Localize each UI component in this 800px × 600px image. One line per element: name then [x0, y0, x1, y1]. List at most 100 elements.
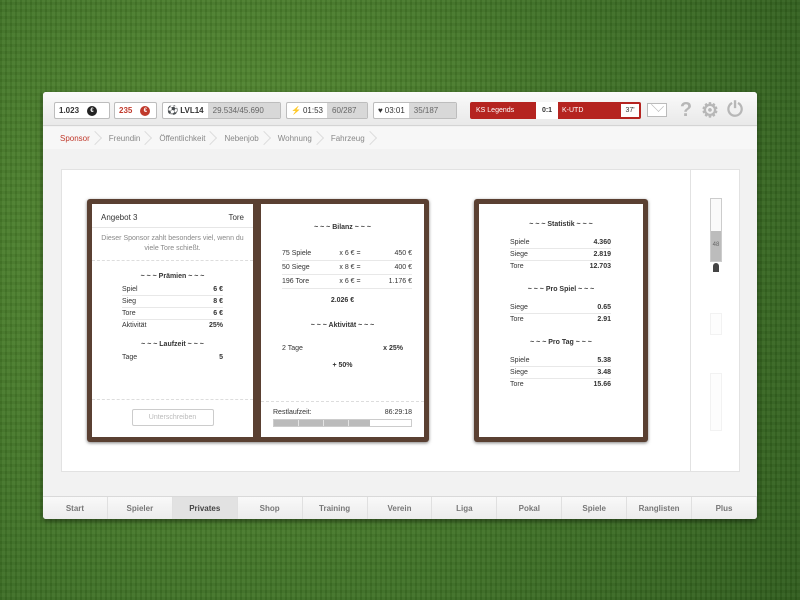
sponsor-contract: Angebot 3 Tore Dieser Sponsor zahlt beso…: [87, 199, 429, 442]
level-display[interactable]: ⚽ LVL14 29.534/45.690: [162, 102, 281, 119]
gear-icon[interactable]: ⚙: [699, 99, 721, 122]
remaining-progress-fill: [274, 420, 370, 426]
list-item: Aktivität 25%: [122, 322, 223, 329]
list-item: Siege 3.48: [510, 367, 611, 379]
list-item: Spiel 6 €: [122, 284, 223, 296]
activity-result: + 50%: [332, 362, 353, 369]
app-window: 1.023 € 235 € ⚽ LVL14 29.534/45.690 ⚡ 01…: [43, 92, 757, 519]
statistics-book: ~ ~ ~ Statistik ~ ~ ~ Spiele 4.360 Siege 2…: [474, 199, 648, 442]
health-display[interactable]: ♥ 03:01 35/187: [373, 102, 457, 119]
nav-spiele[interactable]: Spiele: [562, 497, 628, 519]
player-icon: [713, 263, 719, 272]
balance-sum: 2.026 €: [330, 297, 355, 304]
offer-footer: Unterschreiben: [92, 399, 253, 437]
lightning-icon: ⚡: [291, 106, 301, 115]
energy-value: 60/287: [327, 103, 367, 118]
list-item: Tore 2.91: [510, 316, 611, 323]
stats-heading: ~ ~ ~ Statistik ~ ~ ~: [529, 221, 593, 228]
health-time: 03:01: [384, 106, 405, 115]
help-icon[interactable]: ?: [675, 99, 697, 121]
locked-meter-icon: [710, 313, 722, 335]
power-icon[interactable]: ⏻: [724, 99, 746, 121]
tab-nebenjob[interactable]: Nebenjob: [219, 127, 272, 149]
heart-icon: ♥: [378, 106, 383, 115]
balance-list: 75 Spiele x 6 € = 450 € 50 Siege x 8 € = 400…: [261, 235, 424, 289]
per-game-list: Siege 0.65 Tore 2.91: [479, 297, 643, 325]
health-time-wrap: ♥ 03:01: [374, 103, 409, 118]
offer-title: Angebot 3: [101, 213, 138, 222]
nav-start[interactable]: Start: [43, 497, 108, 519]
activity-heading: ~ ~ ~ Aktivität ~ ~ ~: [310, 322, 375, 329]
stats-list: Spiele 4.360 Siege 2.819 Tore 12.703: [479, 232, 643, 272]
side-meter-panel: 48: [690, 169, 740, 472]
side-meter[interactable]: 48: [710, 198, 722, 262]
coins-display[interactable]: 1.023 €: [54, 102, 110, 119]
tab-sponsor[interactable]: Sponsor: [55, 127, 104, 149]
tab-wohnung[interactable]: Wohnung: [273, 127, 326, 149]
premium-value: 235: [119, 106, 133, 115]
remaining-value: 86:29:18: [384, 409, 412, 416]
list-item: Tore 12.703: [510, 263, 611, 270]
match-minute: 37': [621, 104, 639, 117]
nav-spieler[interactable]: Spieler: [108, 497, 173, 519]
side-meter-value: 48: [712, 242, 720, 248]
per-day-heading: ~ ~ ~ Pro Tag ~ ~ ~: [530, 339, 592, 346]
list-item: Tore 15.66: [510, 381, 611, 388]
balance-row: 196 Tore x 6 € = 1.176 €: [282, 275, 412, 289]
offer-type: Tore: [228, 213, 244, 222]
list-item: Siege 2.819: [510, 249, 611, 261]
level-value: LVL14: [180, 106, 204, 115]
nav-liga[interactable]: Liga: [432, 497, 498, 519]
football-icon: ⚽: [167, 105, 179, 115]
balance-heading: ~ ~ ~ Bilanz ~ ~ ~: [314, 224, 371, 231]
locked-meter-icon: [710, 373, 722, 431]
per-day-list: Spiele 5.38 Siege 3.48 Tore 15.66: [479, 350, 643, 390]
match-home-team: KS Legends: [476, 107, 515, 114]
tab-oeffentlichkeit[interactable]: Öffentlichkeit: [154, 127, 219, 149]
energy-display[interactable]: ⚡ 01:53 60/287: [286, 102, 368, 119]
tab-fahrzeug[interactable]: Fahrzeug: [326, 127, 379, 149]
offer-page: Angebot 3 Tore Dieser Sponsor zahlt beso…: [92, 204, 253, 437]
coins-value: 1.023: [59, 106, 80, 115]
per-game-heading: ~ ~ ~ Pro Spiel ~ ~ ~: [527, 286, 595, 293]
content-panel: Angebot 3 Tore Dieser Sponsor zahlt beso…: [61, 169, 692, 472]
tab-freundin[interactable]: Freundin: [104, 127, 155, 149]
live-match-banner[interactable]: KS Legends 0:1 K-UTD 37': [470, 102, 641, 119]
list-item: Spiele 4.360: [510, 237, 611, 249]
statistics-page: ~ ~ ~ Statistik ~ ~ ~ Spiele 4.360 Siege 2…: [479, 204, 643, 437]
nav-verein[interactable]: Verein: [368, 497, 433, 519]
list-item: Siege 0.65: [510, 302, 611, 314]
remaining-label: Restlaufzeit:: [273, 409, 312, 416]
prizes-heading: ~ ~ ~ Prämien ~ ~ ~: [140, 273, 205, 280]
balance-page: ~ ~ ~ Bilanz ~ ~ ~ 75 Spiele x 6 € = 450 €…: [261, 204, 424, 437]
activity-row: 2 Tage x 25%: [282, 345, 403, 352]
premium-coin-icon: €: [140, 105, 151, 116]
list-item: Tage 5: [122, 354, 223, 361]
level-label: ⚽ LVL14: [163, 103, 208, 118]
nav-ranglisten[interactable]: Ranglisten: [627, 497, 693, 519]
energy-time-wrap: ⚡ 01:53: [287, 103, 327, 118]
list-item: Spiele 5.38: [510, 355, 611, 367]
nav-pokal[interactable]: Pokal: [497, 497, 563, 519]
nav-training[interactable]: Training: [303, 497, 368, 519]
nav-plus[interactable]: Plus: [692, 497, 757, 519]
prizes-list: Spiel 6 € Sieg 8 € Tore 6 € Aktivität 25%: [92, 284, 253, 331]
balance-row: 50 Siege x 8 € = 400 €: [282, 261, 412, 275]
energy-time: 01:53: [302, 106, 323, 115]
nav-privates[interactable]: Privates: [172, 497, 238, 519]
duration-list: Tage 5: [92, 352, 253, 363]
premium-display[interactable]: 235 €: [114, 102, 157, 119]
health-value: 35/187: [408, 103, 456, 118]
match-away-team: K-UTD: [562, 107, 584, 114]
mail-icon[interactable]: [647, 103, 667, 117]
coin-icon: €: [87, 105, 98, 116]
nav-shop[interactable]: Shop: [238, 497, 303, 519]
balance-row: 75 Spiele x 6 € = 450 €: [282, 247, 412, 261]
activity-list: 2 Tage x 25%: [261, 333, 424, 354]
duration-heading: ~ ~ ~ Laufzeit ~ ~ ~: [141, 341, 204, 348]
sign-button[interactable]: Unterschreiben: [131, 409, 214, 426]
bottom-nav: Start Spieler Privates Shop Training Ver…: [43, 496, 757, 519]
top-bar: 1.023 € 235 € ⚽ LVL14 29.534/45.690 ⚡ 01…: [43, 92, 757, 126]
offer-description: Dieser Sponsor zahlt besonders viel, wen…: [92, 228, 253, 261]
match-score: 0:1: [536, 102, 558, 119]
